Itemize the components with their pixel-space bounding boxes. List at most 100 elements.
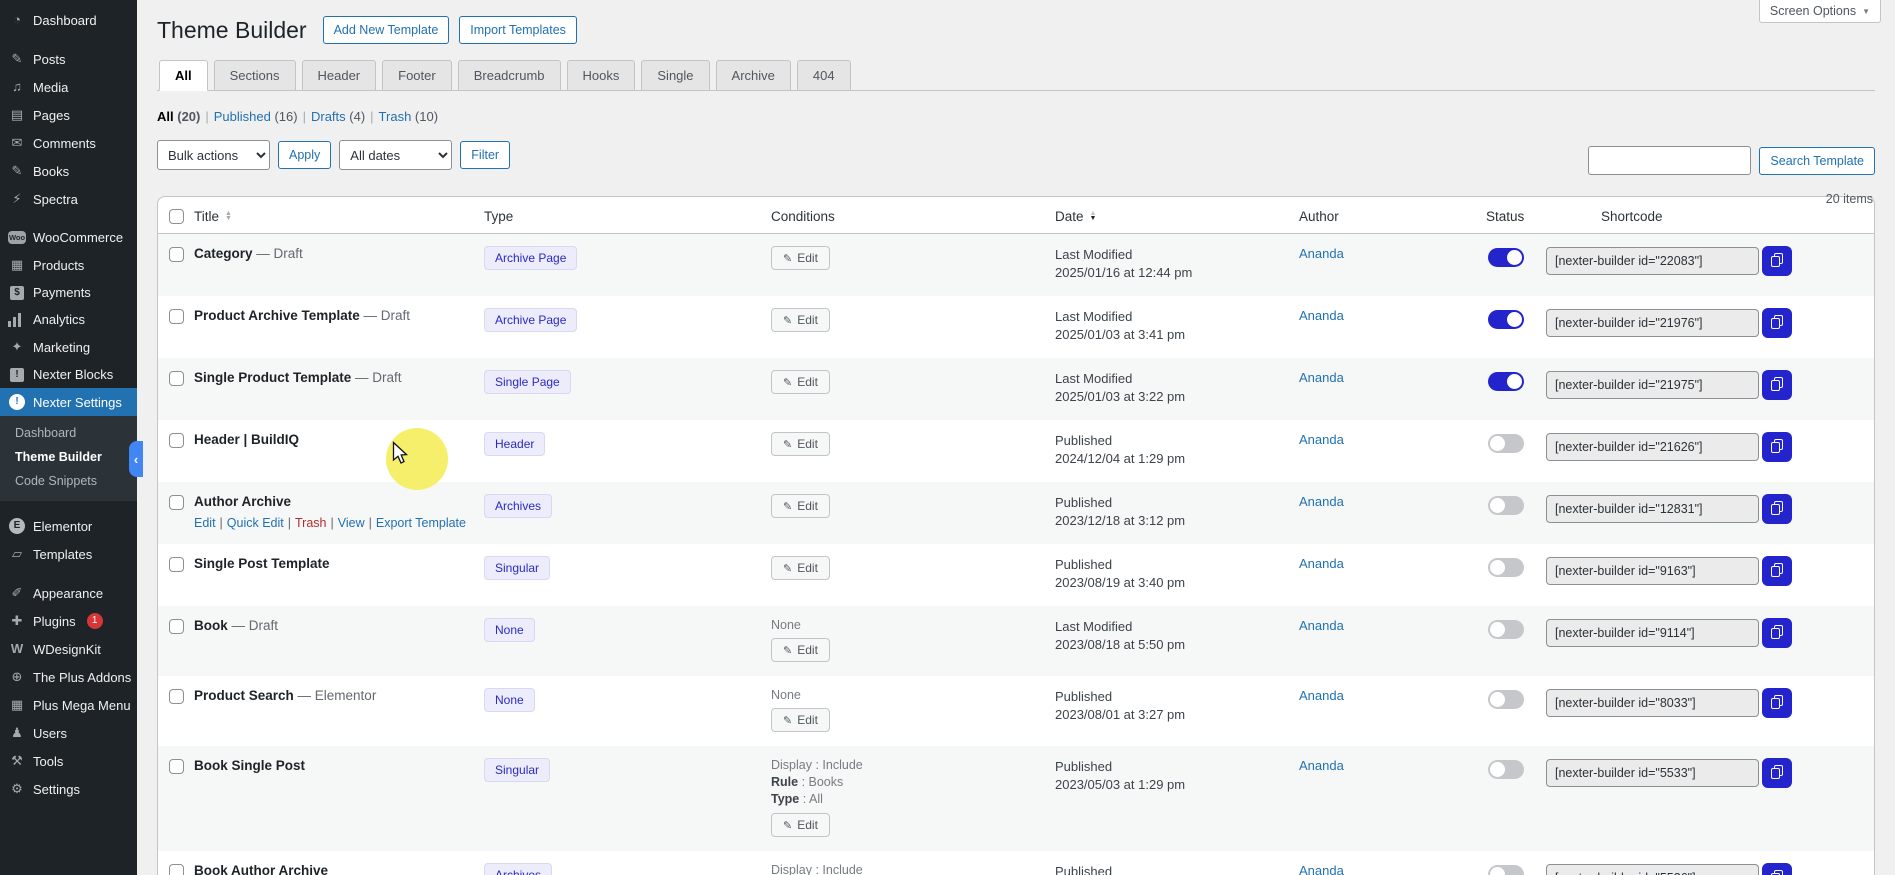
row-action-edit[interactable]: Edit xyxy=(194,516,216,530)
sidebar-item-payments[interactable]: $Payments xyxy=(0,279,137,306)
sidebar-item-spectra[interactable]: ⚡Spectra xyxy=(0,185,137,213)
template-title-link[interactable]: Single Post Template xyxy=(194,556,330,571)
status-toggle[interactable] xyxy=(1488,248,1524,267)
copy-shortcode-button[interactable] xyxy=(1762,758,1792,788)
tab-all[interactable]: All xyxy=(159,60,208,91)
sidebar-item-nexter-settings[interactable]: !Nexter Settings xyxy=(0,388,137,416)
row-action-quick-edit[interactable]: Quick Edit xyxy=(227,516,284,530)
edit-conditions-button[interactable]: ✎Edit xyxy=(771,246,830,270)
dates-filter-select[interactable]: All dates xyxy=(339,140,452,170)
edit-conditions-button[interactable]: ✎Edit xyxy=(771,556,830,580)
shortcode-input[interactable] xyxy=(1546,689,1759,717)
author-link[interactable]: Ananda xyxy=(1299,758,1344,773)
sidebar-item-users[interactable]: ♟Users xyxy=(0,719,137,747)
template-title-link[interactable]: Book Single Post xyxy=(194,758,305,773)
sidebar-item-settings[interactable]: ⚙Settings xyxy=(0,775,137,803)
shortcode-input[interactable] xyxy=(1546,433,1759,461)
edit-conditions-button[interactable]: ✎Edit xyxy=(771,432,830,456)
author-link[interactable]: Ananda xyxy=(1299,308,1344,323)
edit-conditions-button[interactable]: ✎Edit xyxy=(771,708,830,732)
filter-link-drafts[interactable]: Drafts (4) xyxy=(311,109,365,124)
tab-404[interactable]: 404 xyxy=(797,60,851,91)
tab-footer[interactable]: Footer xyxy=(382,60,452,91)
copy-shortcode-button[interactable] xyxy=(1762,494,1792,524)
add-new-template-button[interactable]: Add New Template xyxy=(323,16,450,44)
shortcode-input[interactable] xyxy=(1546,864,1759,875)
bulk-actions-select[interactable]: Bulk actions xyxy=(157,140,270,170)
status-toggle[interactable] xyxy=(1488,434,1524,453)
shortcode-input[interactable] xyxy=(1546,759,1759,787)
copy-shortcode-button[interactable] xyxy=(1762,246,1792,276)
sidebar-item-the-plus-addons[interactable]: ⊕The Plus Addons xyxy=(0,663,137,691)
status-toggle[interactable] xyxy=(1488,620,1524,639)
sidebar-item-tools[interactable]: ⚒Tools xyxy=(0,747,137,775)
row-action-trash[interactable]: Trash xyxy=(295,516,327,530)
copy-shortcode-button[interactable] xyxy=(1762,432,1792,462)
status-toggle[interactable] xyxy=(1488,760,1524,779)
column-header-date[interactable]: Date▲▼ xyxy=(1055,209,1299,224)
row-checkbox[interactable] xyxy=(169,864,184,875)
author-link[interactable]: Ananda xyxy=(1299,618,1344,633)
status-toggle[interactable] xyxy=(1488,372,1524,391)
sidebar-item-analytics[interactable]: Analytics xyxy=(0,306,137,333)
template-title-link[interactable]: Category xyxy=(194,246,253,261)
shortcode-input[interactable] xyxy=(1546,557,1759,585)
author-link[interactable]: Ananda xyxy=(1299,688,1344,703)
author-link[interactable]: Ananda xyxy=(1299,370,1344,385)
author-link[interactable]: Ananda xyxy=(1299,432,1344,447)
sidebar-item-nexter-blocks[interactable]: !Nexter Blocks xyxy=(0,361,137,388)
template-title-link[interactable]: Product Archive Template xyxy=(194,308,360,323)
sidebar-item-elementor[interactable]: EElementor xyxy=(0,512,137,540)
status-toggle[interactable] xyxy=(1488,310,1524,329)
tab-hooks[interactable]: Hooks xyxy=(567,60,636,91)
column-header-title[interactable]: Title▲▼ xyxy=(194,209,484,224)
search-template-button[interactable]: Search Template xyxy=(1759,147,1875,175)
apply-button[interactable]: Apply xyxy=(278,141,331,169)
copy-shortcode-button[interactable] xyxy=(1762,556,1792,586)
row-checkbox[interactable] xyxy=(169,371,184,386)
row-checkbox[interactable] xyxy=(169,495,184,510)
shortcode-input[interactable] xyxy=(1546,309,1759,337)
shortcode-input[interactable] xyxy=(1546,495,1759,523)
sidebar-item-woocommerce[interactable]: WooWooCommerce xyxy=(0,224,137,251)
sidebar-item-wdesignkit[interactable]: WWDesignKit xyxy=(0,635,137,663)
shortcode-input[interactable] xyxy=(1546,371,1759,399)
template-title-link[interactable]: Book Author Archive xyxy=(194,863,328,875)
edit-conditions-button[interactable]: ✎Edit xyxy=(771,494,830,518)
copy-shortcode-button[interactable] xyxy=(1762,308,1792,338)
shortcode-input[interactable] xyxy=(1546,247,1759,275)
search-input[interactable] xyxy=(1588,146,1751,175)
edit-conditions-button[interactable]: ✎Edit xyxy=(771,370,830,394)
author-link[interactable]: Ananda xyxy=(1299,863,1344,875)
sidebar-item-comments[interactable]: ✉Comments xyxy=(0,129,137,157)
tab-single[interactable]: Single xyxy=(641,60,709,91)
filter-button[interactable]: Filter xyxy=(460,141,510,169)
copy-shortcode-button[interactable] xyxy=(1762,863,1792,875)
sidebar-item-media[interactable]: ♫Media xyxy=(0,73,137,101)
filter-link-all[interactable]: All (20) xyxy=(157,109,200,124)
row-checkbox[interactable] xyxy=(169,309,184,324)
copy-shortcode-button[interactable] xyxy=(1762,370,1792,400)
copy-shortcode-button[interactable] xyxy=(1762,688,1792,718)
submenu-item-theme-builder[interactable]: Theme Builder xyxy=(0,445,137,469)
row-checkbox[interactable] xyxy=(169,759,184,774)
sidebar-item-pages[interactable]: ▤Pages xyxy=(0,101,137,129)
row-checkbox[interactable] xyxy=(169,433,184,448)
tab-sections[interactable]: Sections xyxy=(214,60,296,91)
submenu-item-dashboard[interactable]: Dashboard xyxy=(0,421,137,445)
row-checkbox[interactable] xyxy=(169,689,184,704)
tab-header[interactable]: Header xyxy=(302,60,377,91)
tab-archive[interactable]: Archive xyxy=(716,60,791,91)
template-title-link[interactable]: Single Product Template xyxy=(194,370,351,385)
sidebar-item-appearance[interactable]: ✐Appearance xyxy=(0,579,137,607)
sidebar-item-posts[interactable]: ✎Posts xyxy=(0,45,137,73)
sidebar-item-plugins[interactable]: ✚Plugins1 xyxy=(0,607,137,635)
template-title-link[interactable]: Book xyxy=(194,618,228,633)
author-link[interactable]: Ananda xyxy=(1299,556,1344,571)
filter-link-published[interactable]: Published (16) xyxy=(214,109,298,124)
sidebar-item-dashboard[interactable]: ◔Dashboard xyxy=(0,6,137,34)
row-checkbox[interactable] xyxy=(169,557,184,572)
edit-conditions-button[interactable]: ✎Edit xyxy=(771,308,830,332)
row-action-view[interactable]: View xyxy=(338,516,365,530)
sidebar-item-templates[interactable]: ▱Templates xyxy=(0,540,137,568)
